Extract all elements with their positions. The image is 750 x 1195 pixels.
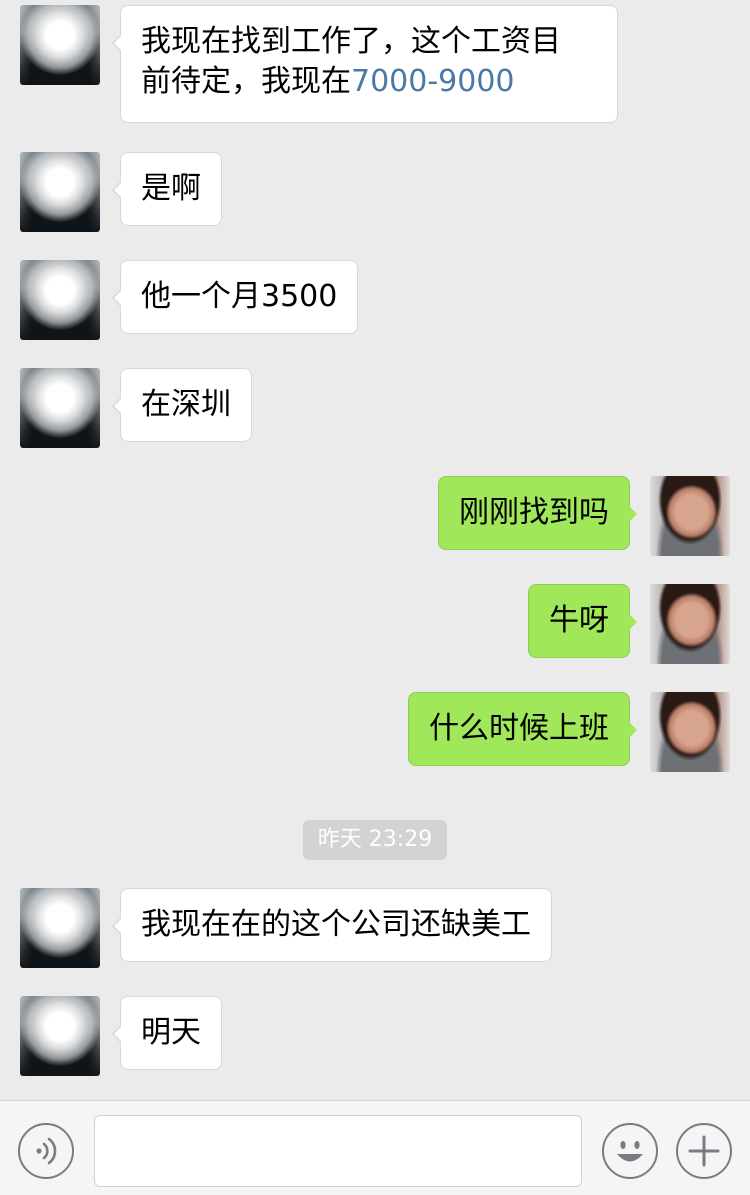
message-text: 前待定，我现在7000-9000 xyxy=(141,62,597,102)
message-text: 他一个月3500 xyxy=(141,279,338,314)
message-timestamp: 昨天 23:29 xyxy=(303,820,447,860)
contact-avatar[interactable] xyxy=(20,5,100,85)
message-text: 我现在找到工作了，这个工资目 xyxy=(141,24,561,59)
message-bubble-incoming[interactable]: 他一个月3500 xyxy=(111,260,359,334)
message-bubble-outgoing[interactable]: 刚刚找到吗 xyxy=(438,476,637,550)
message-text: 我现在在的这个公司还缺美工 xyxy=(141,907,531,942)
message-input[interactable] xyxy=(94,1115,582,1187)
message-text: 刚刚找到吗 xyxy=(459,495,609,530)
message-text: 什么时候上班 xyxy=(429,711,609,746)
message-text: 牛呀 xyxy=(549,603,609,638)
message-bubble-incoming[interactable]: 我现在在的这个公司还缺美工 xyxy=(112,888,552,962)
message-input-bar xyxy=(0,1100,750,1195)
message-bubble-incoming[interactable]: 我现在找到工作了，这个工资目 前待定，我现在7000-9000 xyxy=(112,5,618,123)
emoji-icon xyxy=(617,1141,643,1162)
more-actions-button[interactable] xyxy=(676,1123,732,1179)
message-text: 明天 xyxy=(141,1015,201,1050)
contact-avatar[interactable] xyxy=(20,888,100,968)
message-bubble-incoming[interactable]: 明天 xyxy=(112,996,222,1070)
chat-area[interactable]: 我现在找到工作了，这个工资目 前待定，我现在7000-9000 是啊 他一个月3… xyxy=(0,0,750,1100)
phone-number-link[interactable]: 7000-9000 xyxy=(351,64,515,99)
message-text-prefix: 前待定，我现在 xyxy=(141,64,351,99)
message-bubble-incoming[interactable]: 在深圳 xyxy=(112,368,252,442)
contact-avatar[interactable] xyxy=(20,152,100,232)
emoji-button[interactable] xyxy=(602,1123,658,1179)
user-avatar[interactable] xyxy=(650,584,730,664)
contact-avatar[interactable] xyxy=(20,368,100,448)
user-avatar[interactable] xyxy=(650,692,730,772)
message-bubble-outgoing[interactable]: 什么时候上班 xyxy=(408,692,637,766)
message-bubble-outgoing[interactable]: 牛呀 xyxy=(528,584,637,658)
message-bubble-incoming[interactable]: 是啊 xyxy=(112,152,222,226)
user-avatar[interactable] xyxy=(650,476,730,556)
message-text: 在深圳 xyxy=(141,387,231,422)
voice-icon xyxy=(36,1137,57,1165)
message-text: 是啊 xyxy=(141,171,201,206)
plus-icon xyxy=(688,1135,720,1167)
contact-avatar[interactable] xyxy=(20,260,100,340)
voice-button[interactable] xyxy=(18,1123,74,1179)
contact-avatar[interactable] xyxy=(20,996,100,1076)
